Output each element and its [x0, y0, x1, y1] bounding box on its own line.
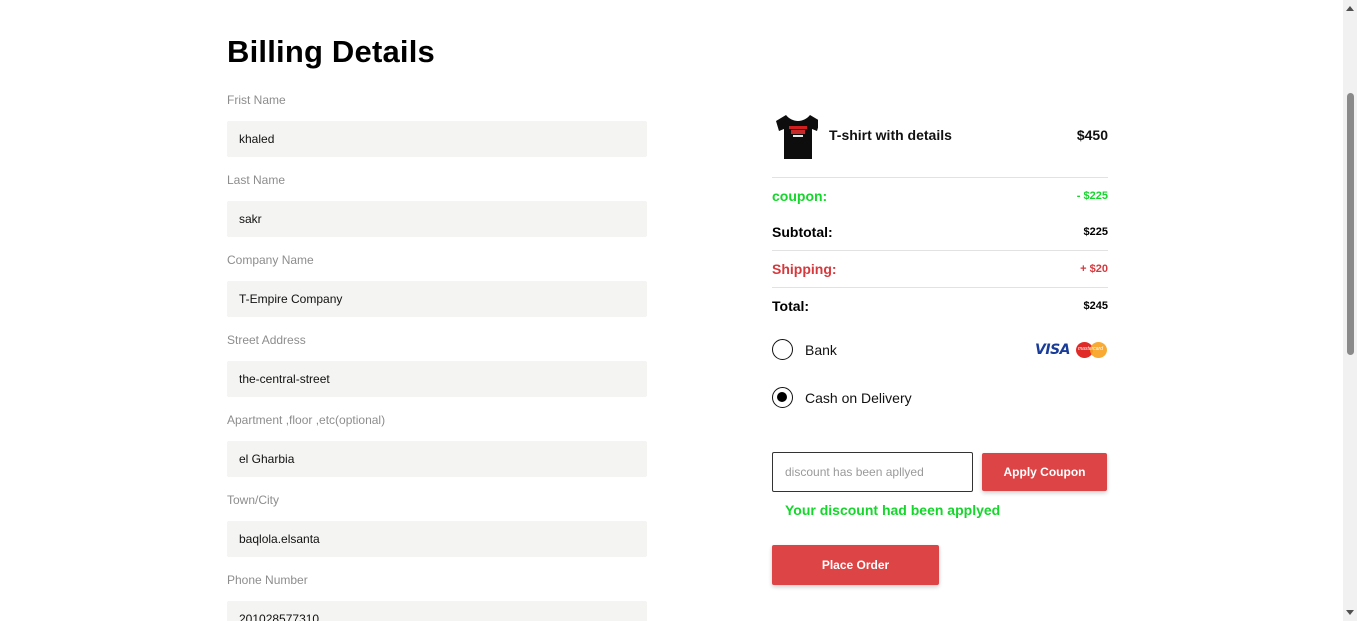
cash-radio[interactable] — [772, 387, 793, 408]
apartment-label: Apartment ,floor ,etc(optional) — [227, 413, 386, 427]
checkout-page: Billing Details Frist Name Last Name Com… — [0, 0, 1343, 621]
apartment-input[interactable] — [227, 441, 647, 477]
last-name-input[interactable] — [227, 201, 647, 237]
shipping-label: Shipping: — [772, 261, 837, 277]
town-city-input[interactable] — [227, 521, 647, 557]
page-title: Billing Details — [227, 34, 435, 69]
coupon-value: - $225 — [1076, 190, 1108, 202]
apartment-field: Apartment ,floor ,etc(optional) — [227, 412, 647, 477]
company-name-field: Company Name — [227, 252, 647, 317]
town-city-label: Town/City — [227, 493, 280, 507]
phone-number-field: Phone Number — [227, 572, 647, 621]
tshirt-icon — [776, 115, 818, 159]
company-name-label: Company Name — [227, 253, 314, 267]
bank-label: Bank — [805, 342, 837, 358]
coupon-row: coupon: - $225 — [772, 177, 1108, 214]
first-name-field: Frist Name — [227, 92, 647, 157]
apply-coupon-button[interactable]: Apply Coupon — [982, 453, 1107, 491]
place-order-button[interactable]: Place Order — [772, 545, 939, 585]
cart-item: T-shirt with details $450 — [772, 111, 1108, 163]
product-price: $450 — [1076, 127, 1108, 143]
shipping-value: + $20 — [1080, 263, 1108, 275]
payment-option-bank[interactable]: Bank VISA mastercard — [772, 339, 1108, 361]
street-address-label: Street Address — [227, 333, 306, 347]
total-value: $245 — [1083, 300, 1108, 312]
town-city-field: Town/City — [227, 492, 647, 557]
payment-option-cash[interactable]: Cash on Delivery — [772, 387, 1108, 409]
bank-radio[interactable] — [772, 339, 793, 360]
last-name-label: Last Name — [227, 173, 286, 187]
total-label: Total: — [772, 298, 810, 314]
first-name-label: Frist Name — [227, 93, 286, 107]
phone-number-label: Phone Number — [227, 573, 308, 587]
first-name-input[interactable] — [227, 121, 647, 157]
scroll-down-icon[interactable] — [1346, 610, 1354, 615]
mastercard-icon: mastercard — [1076, 342, 1108, 358]
total-row: Total: $245 — [772, 287, 1108, 324]
last-name-field: Last Name — [227, 172, 647, 237]
discount-success-message: Your discount had been applyed — [785, 502, 1001, 518]
subtotal-row: Subtotal: $225 — [772, 213, 1108, 250]
company-name-input[interactable] — [227, 281, 647, 317]
coupon-label: coupon: — [772, 188, 828, 204]
page-scrollbar[interactable] — [1343, 0, 1357, 621]
card-logos: VISA mastercard — [1035, 342, 1108, 358]
shipping-row: Shipping: + $20 — [772, 250, 1108, 287]
subtotal-value: $225 — [1083, 225, 1108, 238]
visa-icon: VISA — [1035, 342, 1070, 358]
subtotal-label: Subtotal: — [772, 223, 833, 240]
radio-selected-dot — [777, 392, 787, 402]
cash-label: Cash on Delivery — [805, 390, 912, 406]
product-name: T-shirt with details — [829, 127, 952, 143]
scroll-up-icon[interactable] — [1346, 6, 1354, 11]
street-address-input[interactable] — [227, 361, 647, 397]
street-address-field: Street Address — [227, 332, 647, 397]
scroll-thumb[interactable] — [1347, 93, 1354, 355]
coupon-input[interactable] — [772, 452, 973, 492]
phone-number-input[interactable] — [227, 601, 647, 621]
